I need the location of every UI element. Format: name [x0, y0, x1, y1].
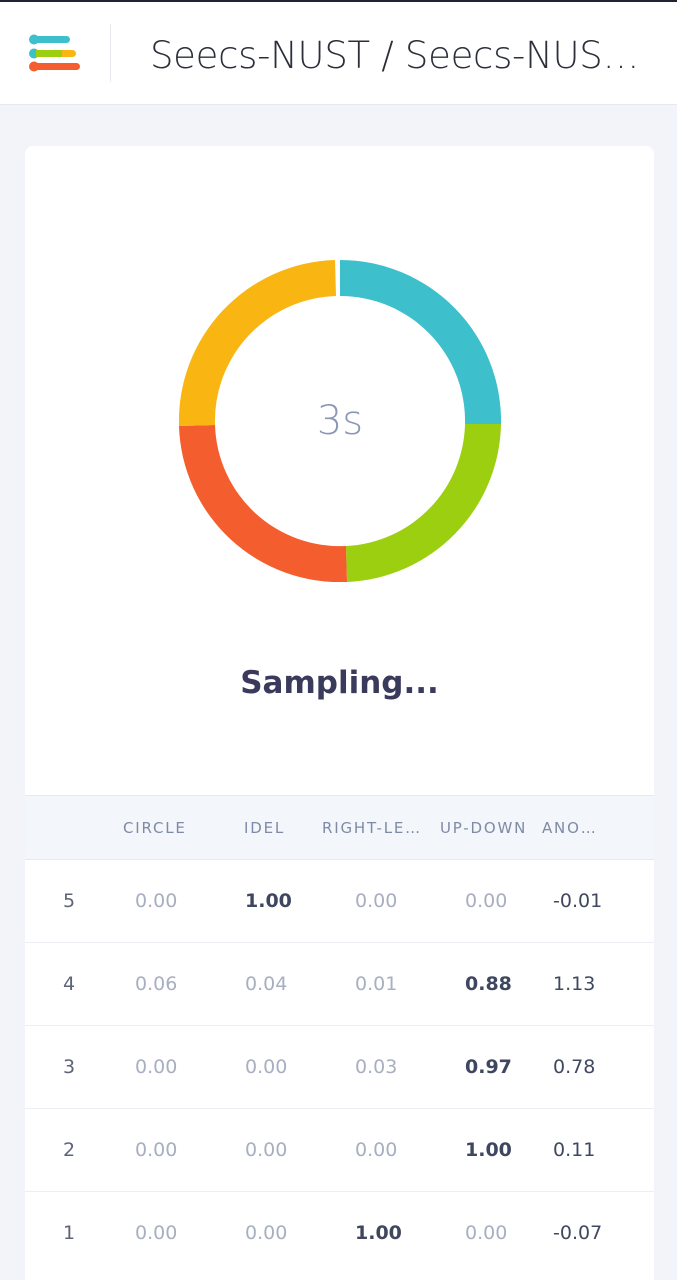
row-index: 3 [63, 1056, 76, 1078]
column-header-up-down: UP-DOWN [440, 819, 528, 837]
cell-right-left: 0.00 [355, 1139, 398, 1161]
cell-idel: 0.00 [245, 1222, 288, 1244]
cell-anomaly: 0.78 [553, 1056, 596, 1078]
menu-stack-icon[interactable] [28, 33, 84, 73]
page-title: Seecs-NUST / Seecs-NUS… [150, 34, 640, 77]
cell-idel: 0.04 [245, 973, 288, 995]
sampling-status: Sampling... [240, 665, 439, 701]
cell-circle: 0.00 [135, 1139, 178, 1161]
cell-idel: 0.00 [245, 1139, 288, 1161]
cell-circle: 0.00 [135, 1056, 178, 1078]
cell-circle: 0.00 [135, 1222, 178, 1244]
row-index: 2 [63, 1139, 76, 1161]
cell-anomaly: 1.13 [553, 973, 596, 995]
column-header-idel: IDEL [244, 819, 286, 837]
table-row: 3 0.00 0.00 0.03 0.97 0.78 [25, 1026, 654, 1109]
column-header-circle: CIRCLE [123, 819, 187, 837]
sampling-card: 3s Sampling... CIRCLE IDEL RIGHT-LE… UP-… [25, 146, 654, 1280]
cell-right-left: 1.00 [355, 1222, 402, 1244]
table-row: 5 0.00 1.00 0.00 0.00 -0.01 [25, 860, 654, 943]
column-header-right-left: RIGHT-LE… [322, 819, 422, 837]
cell-anomaly: -0.07 [553, 1222, 603, 1244]
cell-up-down: 0.88 [465, 973, 512, 995]
row-index: 5 [63, 890, 76, 912]
cell-idel: 0.00 [245, 1056, 288, 1078]
app-header: Seecs-NUST / Seecs-NUS… [0, 2, 677, 105]
cell-idel: 1.00 [245, 890, 292, 912]
table-row: 1 0.00 0.00 1.00 0.00 -0.07 [25, 1192, 654, 1275]
table-header: CIRCLE IDEL RIGHT-LE… UP-DOWN ANO… [25, 795, 654, 860]
cell-up-down: 0.00 [465, 1222, 508, 1244]
cell-circle: 0.06 [135, 973, 178, 995]
cell-anomaly: -0.01 [553, 890, 603, 912]
cell-circle: 0.00 [135, 890, 178, 912]
header-divider [110, 24, 111, 82]
table-row: 2 0.00 0.00 0.00 1.00 0.11 [25, 1109, 654, 1192]
table-row: 4 0.06 0.04 0.01 0.88 1.13 [25, 943, 654, 1026]
cell-up-down: 1.00 [465, 1139, 512, 1161]
row-index: 1 [63, 1222, 76, 1244]
cell-up-down: 0.00 [465, 890, 508, 912]
cell-right-left: 0.01 [355, 973, 398, 995]
cell-up-down: 0.97 [465, 1056, 512, 1078]
cell-right-left: 0.00 [355, 890, 398, 912]
countdown-timer: 3s [316, 398, 364, 444]
cell-right-left: 0.03 [355, 1056, 398, 1078]
column-header-anomaly: ANO… [542, 819, 598, 837]
row-index: 4 [63, 973, 76, 995]
cell-anomaly: 0.11 [553, 1139, 596, 1161]
